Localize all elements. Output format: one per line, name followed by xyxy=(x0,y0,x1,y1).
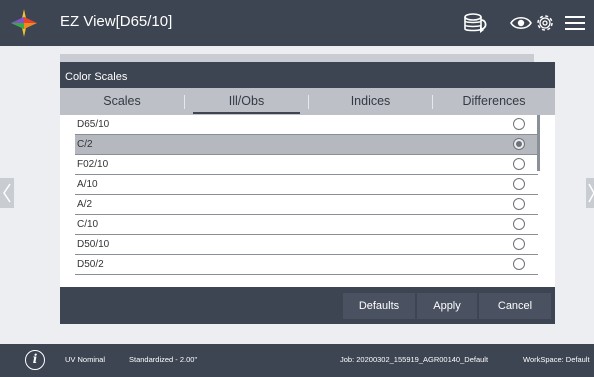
info-icon[interactable]: i xyxy=(25,350,45,370)
list-item[interactable]: D65/10 xyxy=(75,115,538,135)
list-item[interactable]: C/10 xyxy=(75,215,538,235)
workspace-status: WorkSpace: Default xyxy=(523,355,590,364)
list-item-label: D50/2 xyxy=(77,259,104,270)
gear-icon[interactable] xyxy=(533,12,557,34)
eye-icon[interactable] xyxy=(509,12,533,34)
illuminant-observer-list[interactable]: D65/10 C/2 F02/10 A/10 A/2 C/10 D50/10 D… xyxy=(60,115,555,287)
list-item-label: F02/10 xyxy=(77,159,109,170)
list-item[interactable]: A/10 xyxy=(75,175,538,195)
status-bar: i UV Nominal Standardized - 2.00" Job: 2… xyxy=(0,344,594,377)
cancel-button[interactable]: Cancel xyxy=(479,293,551,319)
list-item[interactable]: F02/10 xyxy=(75,155,538,175)
radio-button[interactable] xyxy=(513,118,525,130)
database-sync-icon[interactable] xyxy=(463,12,487,34)
defaults-button[interactable]: Defaults xyxy=(343,293,415,319)
job-status: Job: 20200302_155919_AGR00140_Default xyxy=(340,355,489,364)
next-page-arrow-icon[interactable] xyxy=(586,178,594,208)
top-bar: EZ View[D65/10] xyxy=(0,0,594,46)
apply-button[interactable]: Apply xyxy=(417,293,477,319)
radio-button[interactable] xyxy=(513,258,525,270)
list-item[interactable]: D50/2 xyxy=(75,255,538,275)
tab-ill-obs[interactable]: Ill/Obs xyxy=(185,88,308,115)
tab-differences[interactable]: Differences xyxy=(433,88,555,115)
radio-button[interactable] xyxy=(513,238,525,250)
radio-button-checked[interactable] xyxy=(513,138,525,150)
list-scrollbar[interactable] xyxy=(537,115,540,171)
menu-icon[interactable] xyxy=(564,12,588,34)
color-scales-dialog: Color Scales Scales Ill/Obs Indices Diff… xyxy=(60,62,555,324)
radio-button[interactable] xyxy=(513,158,525,170)
tab-scales[interactable]: Scales xyxy=(60,88,184,115)
radio-button[interactable] xyxy=(513,198,525,210)
previous-page-arrow-icon[interactable] xyxy=(0,178,14,208)
app-title: EZ View[D65/10] xyxy=(60,13,173,30)
list-item-label: C/10 xyxy=(77,219,99,230)
list-item-label: A/2 xyxy=(77,199,93,210)
list-item-label: D65/10 xyxy=(77,119,110,130)
tab-bar: Scales Ill/Obs Indices Differences xyxy=(60,88,555,115)
list-item-selected[interactable]: C/2 xyxy=(75,135,538,155)
list-item-label: C/2 xyxy=(77,139,93,150)
standardized-status: Standardized - 2.00" xyxy=(129,355,198,364)
dialog-title: Color Scales xyxy=(65,71,128,83)
tab-indices[interactable]: Indices xyxy=(309,88,432,115)
uv-status: UV Nominal xyxy=(65,355,106,364)
list-item[interactable]: A/2 xyxy=(75,195,538,215)
app-logo-icon[interactable] xyxy=(10,8,38,38)
list-item[interactable]: D50/10 xyxy=(75,235,538,255)
background-panel xyxy=(60,54,534,62)
list-item-label: D50/10 xyxy=(77,239,110,250)
active-tab-indicator xyxy=(193,112,300,114)
radio-button[interactable] xyxy=(513,218,525,230)
radio-button[interactable] xyxy=(513,178,525,190)
list-item-label: A/10 xyxy=(77,179,98,190)
